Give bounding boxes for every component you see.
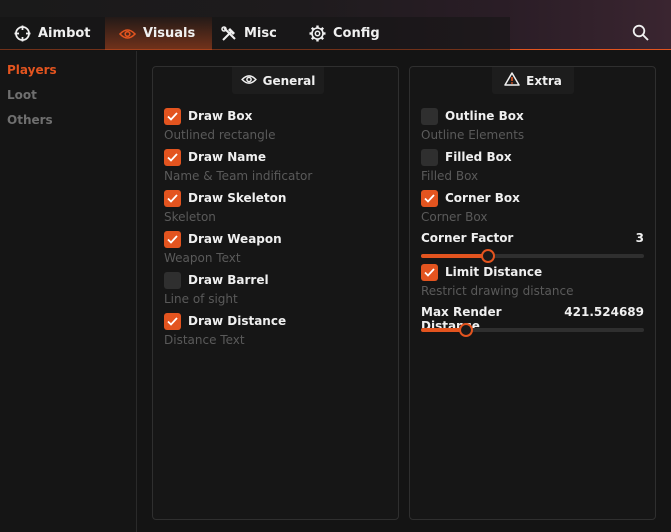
gear-icon — [309, 25, 326, 42]
option-description: Distance Text — [164, 333, 245, 347]
checkbox-draw-skeleton[interactable] — [164, 189, 181, 207]
checkbox-outline-box[interactable] — [421, 107, 438, 125]
checkbox-corner-box[interactable] — [421, 189, 438, 207]
max-render-distance-slider: Max Render Distance 421.524689 — [421, 305, 644, 337]
option-draw-skeleton: Draw Skeleton Skeleton — [164, 189, 387, 224]
slider-handle[interactable] — [458, 323, 473, 337]
option-corner-box: Corner Box Corner Box — [421, 189, 644, 224]
option-description: Restrict drawing distance — [421, 284, 574, 298]
tab-label: Visuals — [143, 26, 196, 41]
slider-fill — [421, 254, 488, 258]
slider-label: Max Render Distance — [421, 305, 502, 333]
option-label: Draw Name — [188, 150, 267, 164]
option-draw-box: Draw Box Outlined rectangle — [164, 107, 387, 142]
sidebar-item-loot[interactable]: Loot — [7, 88, 37, 102]
slider-value: 421.524689 — [564, 305, 644, 319]
option-label: Draw Barrel — [188, 273, 269, 287]
option-limit-distance: Limit Distance Restrict drawing distance — [421, 263, 644, 298]
option-description: Skeleton — [164, 210, 216, 224]
option-draw-name: Draw Name Name & Team indificator — [164, 148, 387, 183]
sidebar: Players Loot Others — [0, 51, 137, 532]
option-description: Name & Team indificator — [164, 169, 313, 183]
tab-label: Config — [333, 26, 380, 41]
option-description: Line of sight — [164, 292, 238, 306]
checkbox-draw-barrel[interactable] — [164, 271, 181, 289]
option-label: Draw Weapon — [188, 232, 282, 246]
option-description: Outlined rectangle — [164, 128, 276, 142]
tab-aimbot[interactable]: Aimbot — [0, 17, 100, 50]
checkbox-draw-box[interactable] — [164, 107, 181, 125]
checkbox-draw-distance[interactable] — [164, 312, 181, 330]
search-button[interactable] — [632, 24, 649, 45]
option-label: Filled Box — [445, 150, 512, 164]
option-label: Draw Distance — [188, 314, 287, 328]
crosshair-icon — [14, 25, 31, 42]
search-icon — [632, 24, 649, 45]
option-label: Draw Box — [188, 109, 253, 123]
option-draw-weapon: Draw Weapon Weapon Text — [164, 230, 387, 265]
option-description: Outline Elements — [421, 128, 525, 142]
tab-config[interactable]: Config — [295, 17, 395, 50]
tab-label: Misc — [244, 26, 277, 41]
option-description: Corner Box — [421, 210, 488, 224]
general-panel: General Draw Box Outlined rectangle Draw… — [152, 66, 399, 520]
option-filled-box: Filled Box Filled Box — [421, 148, 644, 183]
option-description: Filled Box — [421, 169, 479, 183]
slider-label: Corner Factor — [421, 231, 514, 245]
extra-panel: Extra Outline Box Outline Elements Fille… — [409, 66, 656, 520]
tab-misc[interactable]: Misc — [207, 17, 297, 50]
corner-factor-slider: Corner Factor 3 — [421, 231, 644, 263]
option-description: Weapon Text — [164, 251, 241, 265]
option-label: Outline Box — [445, 109, 524, 123]
option-outline-box: Outline Box Outline Elements — [421, 107, 644, 142]
checkbox-limit-distance[interactable] — [421, 263, 438, 281]
extra-panel-header: Extra — [492, 67, 574, 94]
checkbox-draw-weapon[interactable] — [164, 230, 181, 248]
warning-icon — [504, 72, 520, 89]
option-draw-distance: Draw Distance Distance Text — [164, 312, 387, 347]
checkbox-draw-name[interactable] — [164, 148, 181, 166]
tab-label: Aimbot — [38, 26, 91, 41]
option-label: Limit Distance — [445, 265, 543, 279]
tools-icon — [221, 25, 237, 42]
eye-icon — [119, 28, 136, 40]
panel-title: Extra — [526, 73, 562, 88]
general-panel-header: General — [232, 67, 324, 94]
slider-track[interactable] — [421, 249, 644, 263]
sidebar-item-players[interactable]: Players — [7, 63, 57, 77]
slider-handle[interactable] — [480, 249, 495, 263]
slider-track[interactable] — [421, 323, 644, 337]
checkbox-filled-box[interactable] — [421, 148, 438, 166]
option-label: Draw Skeleton — [188, 191, 287, 205]
eye-icon — [240, 74, 257, 88]
panel-title: General — [262, 73, 316, 88]
option-label: Corner Box — [445, 191, 520, 205]
tab-visuals[interactable]: Visuals — [105, 17, 212, 50]
sidebar-item-others[interactable]: Others — [7, 113, 53, 127]
option-draw-barrel: Draw Barrel Line of sight — [164, 271, 387, 306]
slider-value: 3 — [635, 231, 644, 245]
